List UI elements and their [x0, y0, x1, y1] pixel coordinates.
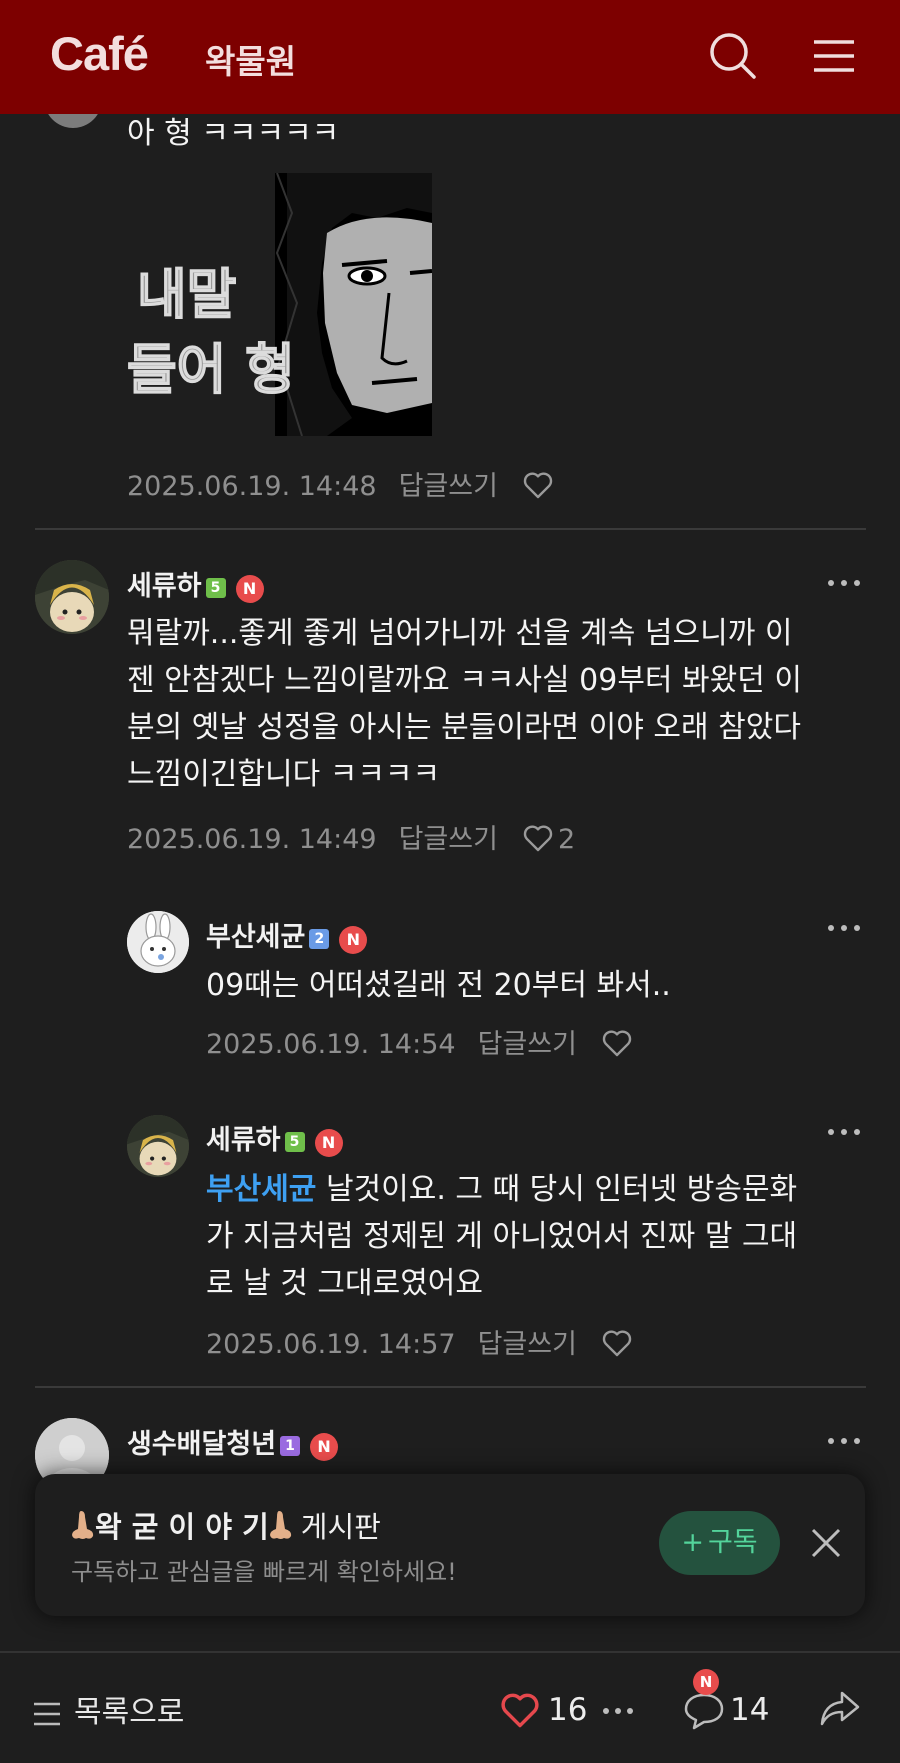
heart-icon[interactable] — [522, 823, 554, 860]
menu-icon[interactable] — [808, 30, 860, 82]
svg-text:들어 형: 들어 형 — [127, 338, 295, 401]
reply-button[interactable]: 답글쓰기 — [399, 824, 498, 855]
divider — [35, 1386, 866, 1388]
comment-author[interactable]: 부산세균 2 N — [206, 915, 368, 954]
board-name[interactable]: 왁 굳 이 야 기 — [95, 1510, 269, 1544]
avatar[interactable] — [127, 1115, 189, 1177]
comment-meta: 2025.06.19. 14:48 답글쓰기 — [127, 464, 554, 507]
comment-count: 14 — [730, 1692, 770, 1728]
subscribe-banner: 왁 굳 이 야 기 게시판 구독하고 관심글을 빠르게 확인하세요! + 구독 — [35, 1474, 865, 1616]
heart-icon[interactable] — [522, 470, 554, 507]
divider — [35, 528, 866, 530]
more-options-icon[interactable] — [828, 1127, 862, 1137]
comment-line: 젠 안참겠다 느낌이랄까요 ㅋㅋ사실 09부터 봐왔던 이 — [127, 663, 802, 698]
banner-subtitle: 구독하고 관심글을 빠르게 확인하세요! — [71, 1558, 457, 1586]
comment-icon[interactable] — [682, 1689, 726, 1735]
comment-meta: 2025.06.19. 14:49 답글쓰기 2 — [127, 817, 575, 860]
like-count: 2 — [557, 824, 576, 855]
more-options-icon[interactable] — [828, 923, 862, 933]
level-badge: 1 — [280, 1436, 301, 1456]
more-options-icon[interactable] — [828, 1436, 862, 1446]
reply-button[interactable]: 답글쓰기 — [399, 471, 498, 502]
comment-text: 뭐랄까...좋게 좋게 넘어가니까 선을 계속 넘으니까 이 젠 안참겠다 느낌… — [127, 610, 857, 798]
nose-icon — [71, 1509, 95, 1548]
comment-text: 아 형 ㅋㅋㅋㅋㅋ — [127, 116, 340, 151]
new-badge: N — [310, 1433, 339, 1461]
comment-date: 2025.06.19. 14:49 — [127, 824, 377, 855]
comment-new-badge: N — [693, 1669, 719, 1695]
comment-author[interactable]: 세류하 5 N — [127, 564, 264, 603]
comment-author[interactable]: 생수배달청년 1 N — [127, 1422, 339, 1461]
comment-author[interactable]: 세류하 5 N — [206, 1118, 343, 1157]
comment-text: 부산세균 날것이요. 그 때 당시 인터넷 방송문화 가 지금처럼 정제된 게 … — [206, 1166, 856, 1307]
nose-icon — [269, 1509, 293, 1548]
board-word: 게시판 — [300, 1510, 381, 1544]
comment-date: 2025.06.19. 14:54 — [206, 1029, 456, 1060]
comment-meta: 2025.06.19. 14:54 답글쓰기 — [206, 1022, 633, 1065]
close-icon[interactable] — [801, 1518, 851, 1568]
subscribe-button[interactable]: + 구독 — [659, 1511, 780, 1575]
heart-icon[interactable] — [601, 1328, 633, 1365]
author-name: 세류하 — [206, 1125, 281, 1156]
comment-date: 2025.06.19. 14:57 — [206, 1329, 456, 1360]
new-badge: N — [314, 1129, 343, 1157]
level-badge: 2 — [309, 929, 330, 949]
share-icon[interactable] — [818, 1689, 862, 1735]
comment-line: 로 날 것 그대로였어요 — [206, 1266, 484, 1301]
bottom-bar: 목록으로 16 N 14 — [0, 1651, 900, 1763]
svg-text:내말: 내말 — [137, 263, 236, 326]
cafe-logo[interactable]: Café — [50, 26, 149, 81]
comment-date: 2025.06.19. 14:48 — [127, 471, 377, 502]
like-count: 16 — [548, 1692, 588, 1728]
plus-icon: + — [681, 1527, 704, 1558]
comment-text: 09때는 어떠셨길래 전 20부터 봐서.. — [206, 968, 671, 1003]
list-label: 목록으로 — [74, 1695, 185, 1730]
comment-line: 부산세균 날것이요. 그 때 당시 인터넷 방송문화 — [206, 1172, 798, 1207]
search-icon[interactable] — [707, 30, 759, 82]
new-badge: N — [339, 926, 368, 954]
level-badge: 5 — [284, 1132, 305, 1152]
reply-button[interactable]: 답글쓰기 — [478, 1329, 577, 1360]
avatar[interactable] — [127, 911, 189, 973]
new-badge: N — [235, 575, 264, 603]
mention-link[interactable]: 부산세균 — [206, 1172, 316, 1207]
heart-icon[interactable] — [601, 1028, 633, 1065]
comment-line: 느낌이긴합니다 ㅋㅋㅋㅋ — [127, 757, 441, 792]
more-options-icon[interactable] — [828, 578, 862, 588]
comment-line: 분의 옛날 성정을 아시는 분들이라면 이야 오래 참았다 — [127, 710, 801, 745]
list-icon — [32, 1700, 62, 1736]
author-name: 생수배달청년 — [127, 1429, 277, 1460]
level-badge: 5 — [205, 578, 226, 598]
reply-button[interactable]: 답글쓰기 — [478, 1029, 577, 1060]
sticker-image[interactable]: 내말 들어 형 — [126, 172, 433, 437]
more-options-icon[interactable] — [603, 1706, 637, 1716]
back-to-list-button[interactable]: 목록으로 — [32, 1687, 184, 1736]
author-name: 세류하 — [127, 571, 202, 602]
app-header: Café 왁물원 — [0, 0, 900, 114]
avatar[interactable] — [35, 560, 109, 634]
comment-line: 가 지금처럼 정제된 게 아니었어서 진짜 말 그대 — [206, 1219, 798, 1254]
banner-title: 왁 굳 이 야 기 게시판 — [71, 1504, 381, 1548]
heart-icon[interactable] — [499, 1691, 541, 1733]
comment-meta: 2025.06.19. 14:57 답글쓰기 — [206, 1322, 633, 1365]
comment-line: 뭐랄까...좋게 좋게 넘어가니까 선을 계속 넘으니까 이 — [127, 616, 793, 651]
cafe-name[interactable]: 왁물원 — [205, 35, 296, 83]
author-name: 부산세균 — [206, 922, 306, 953]
